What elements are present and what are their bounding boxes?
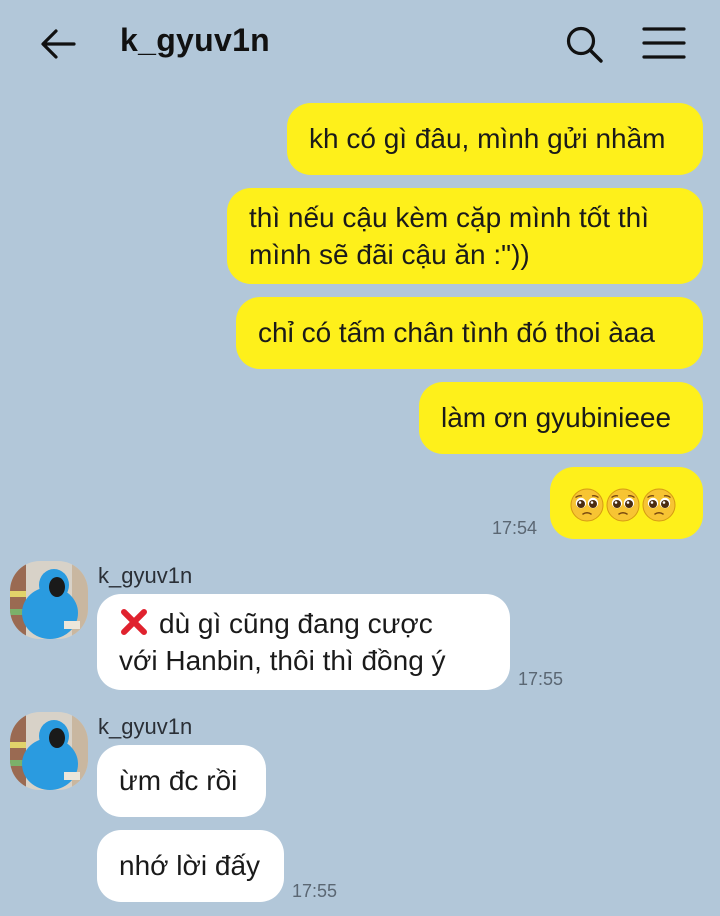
message-text: với Hanbin, thôi thì đồng ý (119, 645, 446, 676)
my-message-bubble[interactable]: kh có gì đâu, mình gửi nhầm (287, 103, 703, 175)
message-timestamp: 17:55 (518, 669, 564, 689)
chat-title: k_gyuv1n (120, 22, 271, 58)
other-message-bubble[interactable]: nhớ lời đấy (97, 830, 284, 902)
message-text: ừm đc rồi (119, 765, 238, 796)
message-timestamp: 17:54 (492, 518, 538, 538)
sender-name: k_gyuv1n (98, 563, 193, 588)
chat-header: k_gyuv1n (0, 0, 720, 88)
red-x-icon (121, 609, 147, 635)
message-text: làm ơn gyubinieee (441, 402, 672, 433)
my-emoji-bubble[interactable] (550, 467, 703, 539)
pleading-face-emoji (606, 488, 640, 522)
search-icon[interactable] (562, 22, 606, 66)
message-text: nhớ lời đấy (119, 850, 261, 881)
pleading-face-emoji (642, 488, 676, 522)
other-message-bubble[interactable]: ừm đc rồi (97, 745, 266, 817)
back-arrow-icon[interactable] (38, 24, 78, 64)
message-text: thì nếu cậu kèm cặp mình tốt thì (249, 202, 649, 233)
message-timestamp: 17:55 (292, 881, 338, 901)
avatar[interactable] (10, 712, 88, 790)
hamburger-menu-icon[interactable] (640, 22, 688, 66)
my-message-bubble[interactable]: chỉ có tấm chân tình đó thoi àaa (236, 297, 703, 369)
other-message-bubble[interactable]: dù gì cũng đang cược với Hanbin, thôi th… (97, 594, 510, 690)
my-message-bubble[interactable]: làm ơn gyubinieee (419, 382, 703, 454)
message-text: kh có gì đâu, mình gửi nhầm (309, 123, 666, 154)
pleading-face-emoji (570, 488, 604, 522)
message-text: chỉ có tấm chân tình đó thoi àaa (258, 317, 655, 348)
message-text: dù gì cũng đang cược (159, 608, 433, 639)
my-message-bubble[interactable]: thì nếu cậu kèm cặp mình tốt thì mình sẽ… (227, 188, 703, 284)
message-text: mình sẽ đãi cậu ăn :")) (249, 239, 530, 270)
avatar[interactable] (10, 561, 88, 639)
sender-name: k_gyuv1n (98, 714, 193, 739)
